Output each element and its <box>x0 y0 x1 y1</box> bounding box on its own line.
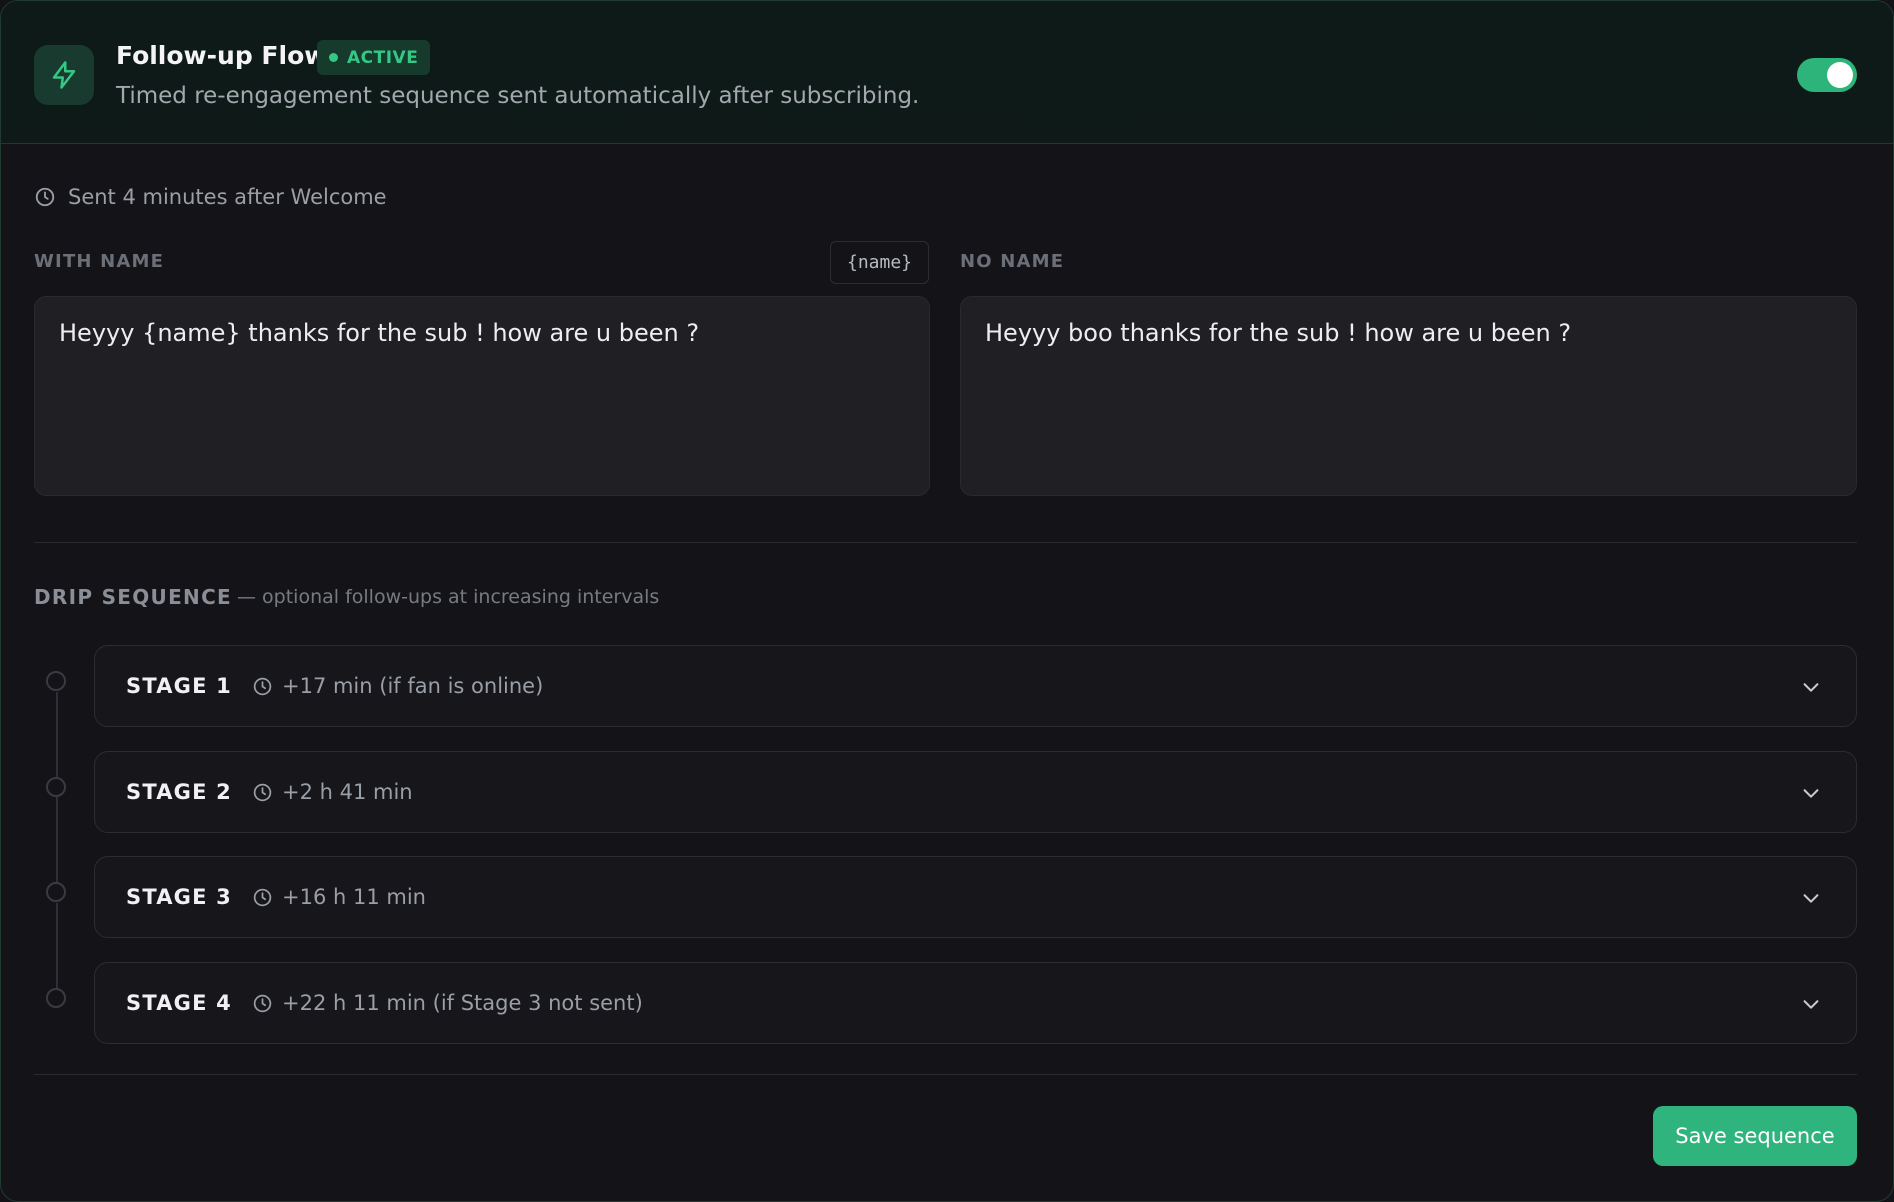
footer-divider <box>34 1074 1857 1075</box>
chevron-down-icon[interactable] <box>1800 993 1822 1015</box>
status-badge-label: ACTIVE <box>347 47 419 68</box>
save-sequence-button[interactable]: Save sequence <box>1653 1106 1857 1166</box>
follow-up-flow-card: Follow-up Flow ACTIVE Timed re-engagemen… <box>0 0 1894 1202</box>
stage-delay: +17 min (if fan is online) <box>252 674 543 698</box>
timeline-dot <box>46 671 66 691</box>
with-name-message-input[interactable]: Heyyy {name} thanks for the sub ! how ar… <box>34 296 930 496</box>
section-divider <box>34 542 1857 543</box>
chevron-down-icon[interactable] <box>1800 676 1822 698</box>
timeline-connector <box>56 903 58 997</box>
send-timing-text: Sent 4 minutes after Welcome <box>68 185 387 209</box>
stage-name: STAGE 2 <box>126 780 232 804</box>
stage-delay-text: +16 h 11 min <box>281 885 426 909</box>
timeline-connector <box>56 692 58 784</box>
chevron-down-icon[interactable] <box>1800 782 1822 804</box>
stage-delay-text: +22 h 11 min (if Stage 3 not sent) <box>281 991 643 1015</box>
status-dot-icon <box>329 53 338 62</box>
no-name-label: NO NAME <box>960 251 1065 272</box>
stage-name: STAGE 4 <box>126 991 232 1015</box>
clock-icon <box>253 994 272 1012</box>
timeline-dot <box>46 988 66 1008</box>
drip-stage-2[interactable]: STAGE 2 +2 h 41 min <box>94 751 1857 833</box>
flow-header: Follow-up Flow ACTIVE Timed re-engagemen… <box>1 1 1893 144</box>
stage-delay-text: +2 h 41 min <box>281 780 413 804</box>
stage-name: STAGE 3 <box>126 885 232 909</box>
drip-stage-3[interactable]: STAGE 3 +16 h 11 min <box>94 856 1857 938</box>
flow-active-toggle[interactable] <box>1797 58 1857 92</box>
no-name-message-input[interactable]: Heyyy boo thanks for the sub ! how are u… <box>960 296 1857 496</box>
flow-description: Timed re-engagement sequence sent automa… <box>116 83 920 109</box>
timeline-dot <box>46 882 66 902</box>
clock-icon <box>253 677 272 695</box>
chevron-down-icon[interactable] <box>1800 887 1822 909</box>
send-timing: Sent 4 minutes after Welcome <box>34 185 387 209</box>
clock-icon <box>253 888 272 906</box>
lightning-icon <box>34 45 94 105</box>
timeline-connector <box>56 797 58 891</box>
stage-delay: +2 h 41 min <box>252 780 413 804</box>
stage-name: STAGE 1 <box>126 674 232 698</box>
stage-delay-text: +17 min (if fan is online) <box>281 674 544 698</box>
insert-name-token-button[interactable]: {name} <box>830 241 929 284</box>
status-badge: ACTIVE <box>317 40 431 75</box>
clock-icon <box>253 783 272 801</box>
stage-delay: +22 h 11 min (if Stage 3 not sent) <box>252 991 643 1015</box>
drip-sequence-subtitle: — optional follow-ups at increasing inte… <box>237 586 660 608</box>
clock-icon <box>35 187 55 207</box>
stage-delay: +16 h 11 min <box>252 885 426 909</box>
with-name-label: WITH NAME <box>34 251 165 272</box>
drip-sequence-title: DRIP SEQUENCE <box>34 585 233 609</box>
drip-stage-4[interactable]: STAGE 4 +22 h 11 min (if Stage 3 not sen… <box>94 962 1857 1044</box>
timeline-dot <box>46 777 66 797</box>
flow-title: Follow-up Flow <box>116 41 328 70</box>
toggle-knob <box>1827 62 1853 88</box>
drip-stage-1[interactable]: STAGE 1 +17 min (if fan is online) <box>94 645 1857 727</box>
